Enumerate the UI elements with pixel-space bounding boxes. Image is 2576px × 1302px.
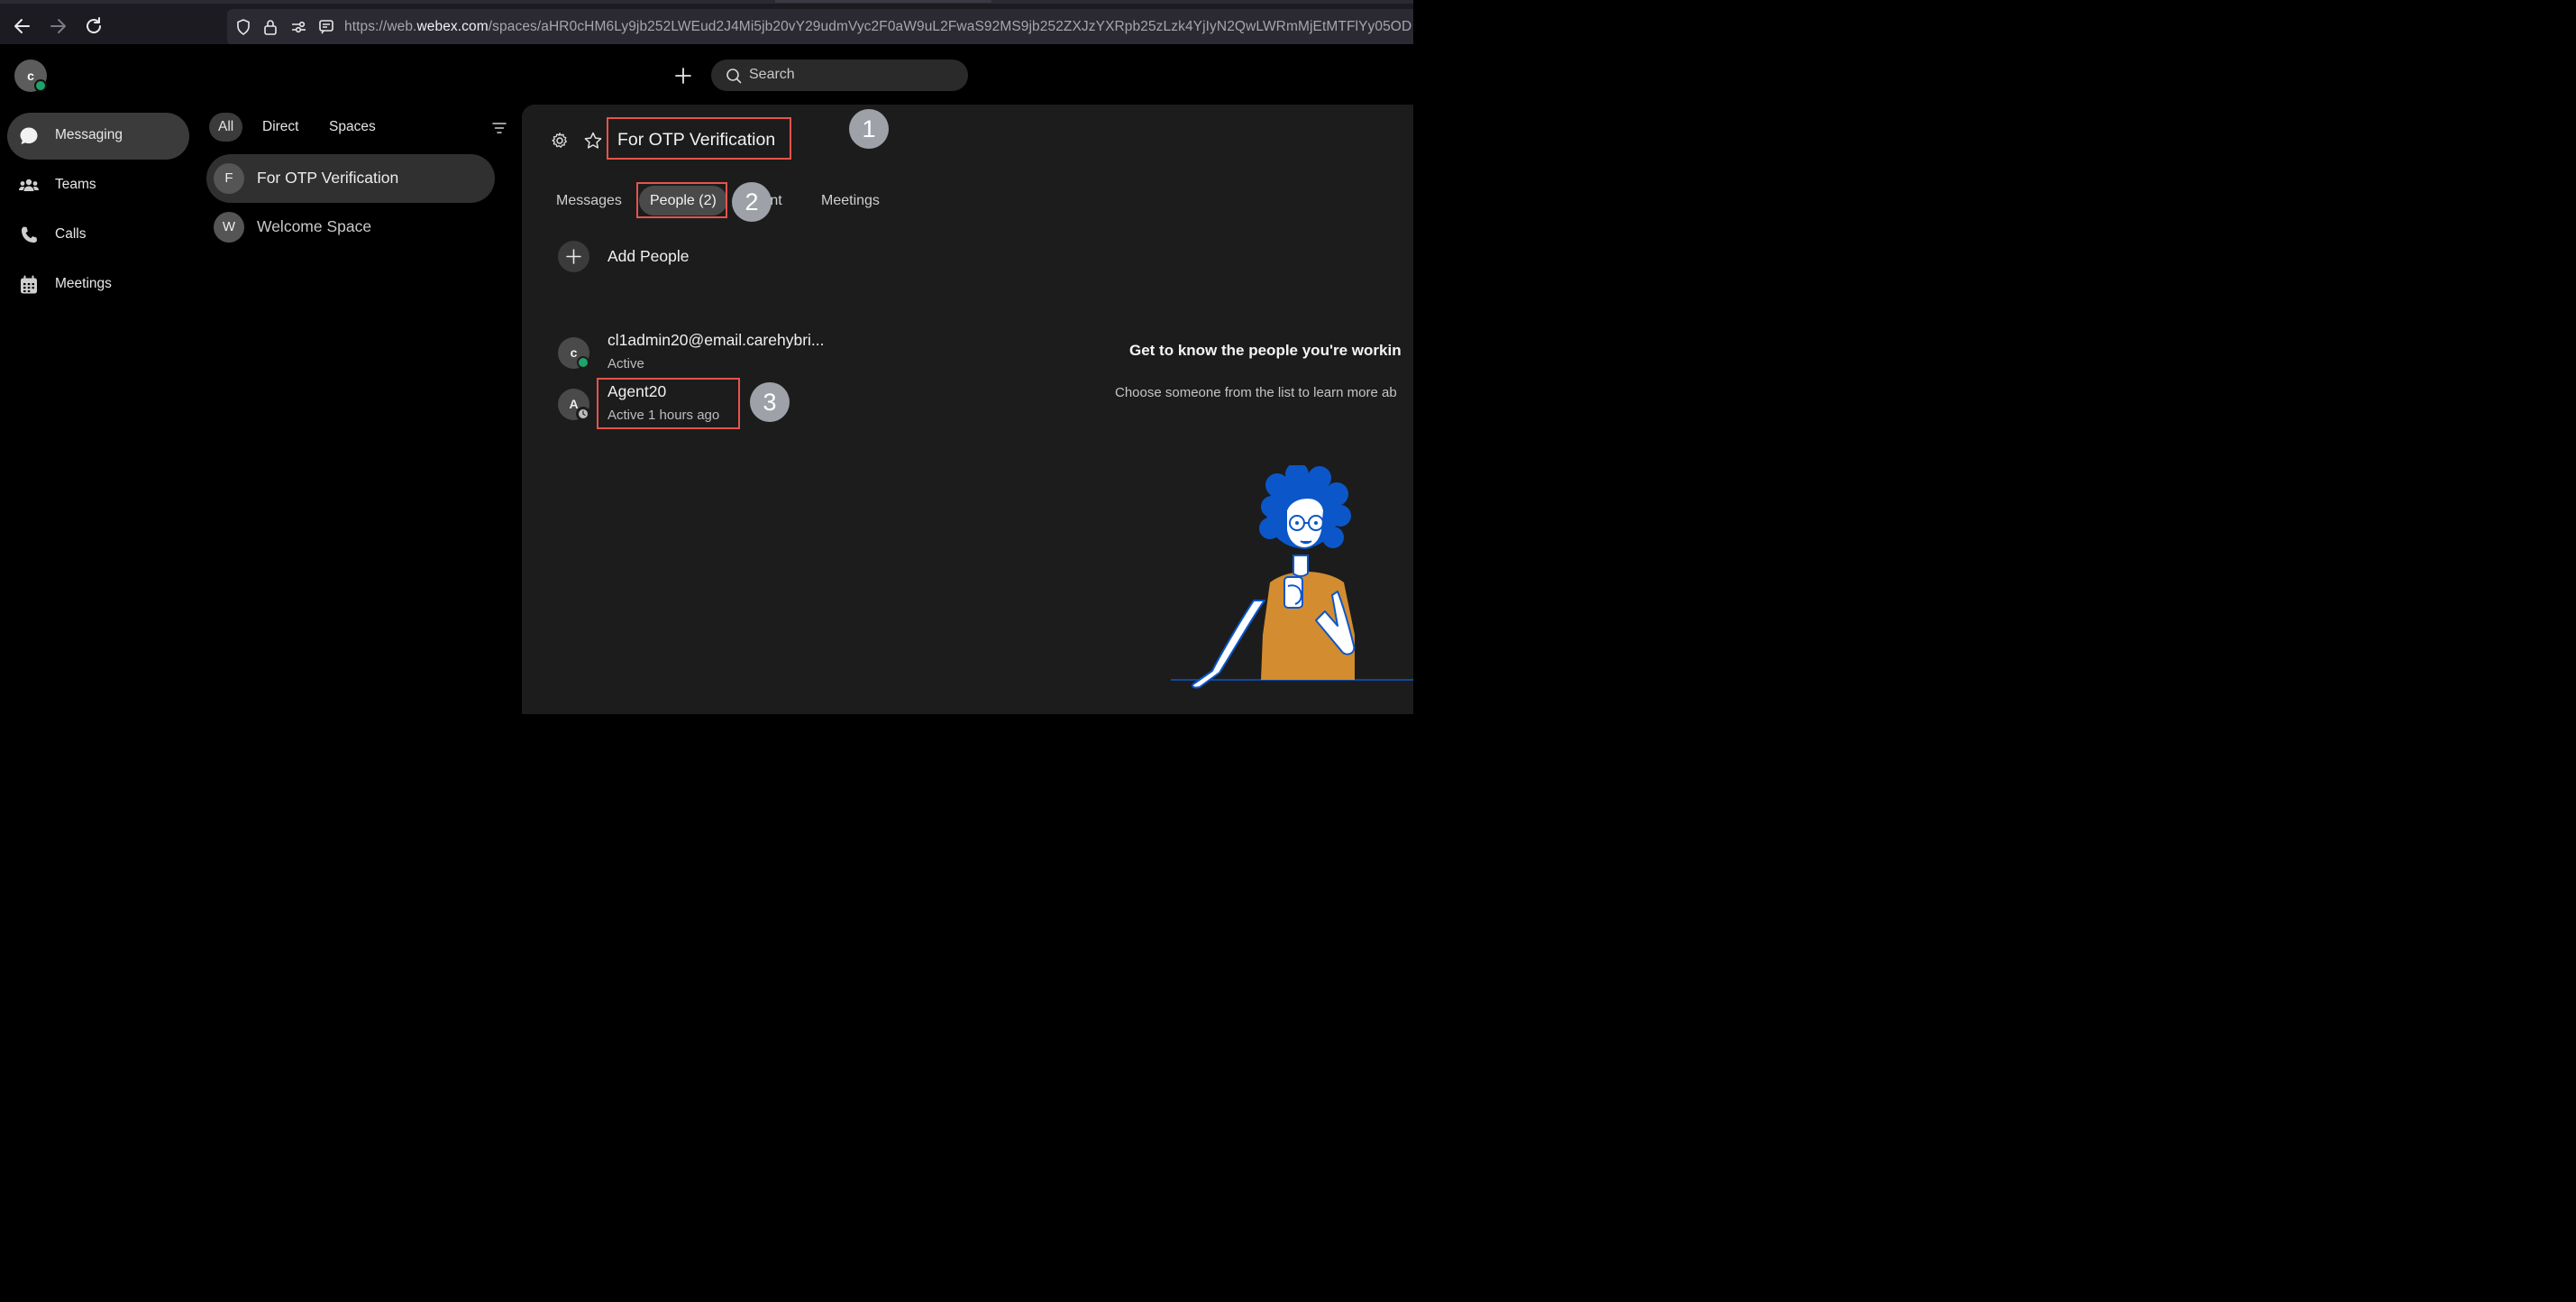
webex-app: c Search Messaging Teams Calls Meetings …	[0, 44, 1413, 714]
reload-icon[interactable]	[82, 14, 105, 38]
search-placeholder: Search	[749, 67, 795, 82]
forward-icon[interactable]	[46, 14, 69, 38]
filter-direct[interactable]: Direct	[253, 113, 307, 142]
new-space-button[interactable]	[671, 64, 695, 87]
nav-label: Teams	[55, 177, 96, 192]
lock-icon[interactable]	[261, 18, 279, 36]
space-item[interactable]: F For OTP Verification	[206, 154, 495, 203]
add-people-button[interactable]	[558, 241, 589, 272]
presence-active-icon	[34, 79, 47, 92]
annotation-badge-3: 3	[750, 382, 790, 422]
star-icon[interactable]	[583, 131, 603, 151]
annotation-box-people-tab	[636, 182, 727, 218]
plus-icon	[566, 249, 581, 264]
person-avatar-initial: c	[570, 345, 578, 360]
space-avatar: W	[214, 212, 244, 243]
space-avatar: F	[214, 163, 244, 194]
filter-icon[interactable]	[492, 121, 507, 135]
annotation-badge-1: 1	[849, 109, 889, 149]
shield-icon[interactable]	[234, 18, 252, 36]
annotation-badge-2: 2	[732, 182, 772, 222]
chat-bubble-icon	[20, 127, 38, 144]
nav-label: Calls	[55, 226, 87, 242]
nav-item-teams[interactable]: Teams	[7, 162, 189, 209]
people-info-subtitle: Choose someone from the list to learn mo…	[1115, 385, 1397, 400]
permissions-icon[interactable]	[289, 18, 307, 36]
user-avatar-initial: c	[27, 69, 34, 83]
presence-active-icon	[577, 356, 589, 369]
plus-icon	[675, 68, 691, 84]
clock-icon	[576, 407, 590, 421]
browser-toolbar: https://web.webex.com/spaces/aHR0cHM6Ly9…	[0, 0, 1413, 45]
nav-label: Meetings	[55, 276, 112, 291]
teams-icon	[19, 179, 39, 191]
nav-item-messaging[interactable]: Messaging	[7, 113, 189, 160]
search-input[interactable]: Search	[711, 60, 968, 91]
filter-all[interactable]: All	[209, 113, 243, 142]
address-bar[interactable]: https://web.webex.com/spaces/aHR0cHM6Ly9…	[227, 9, 1413, 45]
tab-messages[interactable]: Messages	[556, 193, 622, 209]
person-status: Active	[607, 356, 644, 371]
back-icon[interactable]	[11, 14, 34, 38]
space-item[interactable]: W Welcome Space	[206, 203, 495, 252]
user-avatar[interactable]: c	[14, 60, 47, 92]
search-icon	[726, 69, 742, 84]
browser-tab-indicator	[775, 0, 991, 3]
nav-label: Messaging	[55, 127, 123, 142]
reader-icon[interactable]	[317, 18, 335, 36]
nav-item-meetings[interactable]: Meetings	[7, 261, 189, 308]
person-avatar[interactable]: c	[558, 337, 589, 369]
person-avatar[interactable]: A	[558, 389, 590, 421]
filter-spaces[interactable]: Spaces	[320, 113, 385, 142]
annotation-box-title	[607, 117, 791, 160]
person-illustration	[1171, 465, 1413, 689]
space-name: Welcome Space	[257, 217, 372, 235]
phone-icon	[22, 226, 37, 243]
person-name[interactable]: cl1admin20@email.carehybri...	[607, 331, 825, 350]
add-people-label[interactable]: Add People	[607, 247, 690, 266]
space-name: For OTP Verification	[257, 169, 399, 187]
url-text[interactable]: https://web.webex.com/spaces/aHR0cHM6Ly9…	[344, 19, 1411, 35]
annotation-box-agent	[597, 378, 740, 429]
nav-item-calls[interactable]: Calls	[7, 212, 189, 259]
calendar-icon	[21, 275, 37, 294]
gear-icon[interactable]	[551, 132, 569, 150]
tab-meetings[interactable]: Meetings	[821, 193, 880, 209]
people-info-title: Get to know the people you're workin	[1129, 342, 1402, 359]
space-panel: For OTP Verification 1 Messages People (…	[522, 105, 1413, 714]
